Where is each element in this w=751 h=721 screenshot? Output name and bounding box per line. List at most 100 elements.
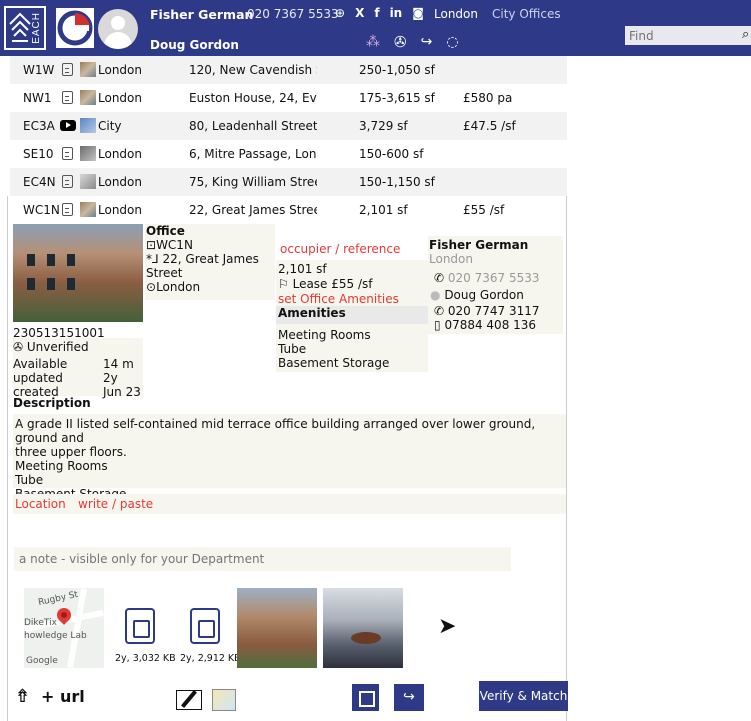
row-address: 80, Leadenhall Street [189,119,317,133]
category-tab[interactable]: City Offices [492,7,561,21]
add-url-button[interactable]: + url [41,687,85,706]
property-photo[interactable] [13,224,143,322]
agent-city: London [429,252,473,266]
row-city: London [98,91,142,105]
terms-box: 2,101 sf ⚐ Lease £55 /sf set Office Amen… [276,260,428,372]
postcode: ⊡WC1N [146,238,193,252]
row-city: London [98,63,142,77]
search-icon[interactable]: ⌕ [742,27,749,42]
upload-icon[interactable]: ⇮ [15,686,30,707]
x-icon[interactable]: X [355,6,364,20]
row-size: 150-600 sf [359,147,424,161]
toolbar-icons: ⁂ ✇ ↪ ◌ [366,33,459,51]
interior-photo[interactable] [323,588,403,668]
table-row[interactable]: EC3A City 80, Leadenhall Street 3,729 sf… [10,112,567,140]
table-row[interactable]: EC4N London 75, King William Stree 150-1… [10,168,567,196]
amenities-title: Amenities [276,306,428,324]
logo-text: EACH [31,12,42,44]
updated-row: updated 2y [13,371,118,385]
table-row[interactable]: NW1 London Euston House, 24, Ever 175-3,… [10,84,567,112]
wheel-icon[interactable]: ✇ [394,33,407,51]
facebook-icon[interactable]: f [374,6,379,20]
description-text: three upper floors. [15,445,127,459]
status-badge[interactable]: ✇ Unverified [13,340,89,354]
file-caption: 2y, 3,032 KB [115,653,176,664]
globe-icon[interactable]: ⊕ [335,6,345,20]
flag-icon: ⚐ [278,277,289,291]
document-icon[interactable] [62,175,73,188]
occupier-link[interactable]: occupier / reference [280,242,400,256]
thumbnail[interactable] [80,118,96,133]
linkedin-icon[interactable]: in [390,6,403,20]
map-thumbnail[interactable]: Rugby St DikeTix howledge Lab Google [24,588,104,668]
description-amenity: Meeting Rooms [15,459,108,473]
row-postcode: EC3A [23,119,55,133]
agent-phone[interactable]: ✆ 020 7747 3117 [434,304,540,318]
pdf-file-icon[interactable] [190,608,220,644]
map-place-label: DikeTix [24,618,57,628]
row-city: City [98,119,122,133]
agent-firm-phone[interactable]: ✆ 020 7367 5533 [434,271,540,285]
listing-detail: 230513151001 ✇ Unverified Available 14 m … [7,196,568,721]
agent-mobile[interactable]: ▯ 07884 408 136 [434,318,536,332]
share-arrow-icon[interactable]: ↪ [421,34,433,50]
row-postcode: W1W [23,63,55,77]
table-row[interactable]: W1W London 120, New Cavendish Str 250-1,… [10,56,567,84]
firm-logo[interactable] [56,8,94,48]
team-icon[interactable]: ⁂ [366,34,380,50]
pdf-file-icon[interactable] [125,608,155,644]
square-button[interactable] [352,684,379,711]
agent-name[interactable]: ● Doug Gordon [430,288,524,302]
description-title: Description [13,396,91,410]
next-arrow-icon[interactable]: ➤ [438,614,456,639]
target-icon: ⊙ [146,280,157,294]
available-row: Available 14 m [13,357,134,371]
property-type: Office [146,224,185,238]
share-button[interactable]: ↪ [394,684,424,711]
chat-icon[interactable]: ◌ [446,34,458,50]
thumbnail[interactable] [80,90,96,105]
write-paste-link[interactable]: write / paste [78,497,153,511]
firm-phone[interactable]: 020 7367 5533 [247,7,339,21]
street: *⅃ 22, Great James [146,252,259,266]
each-logo[interactable]: EACH [4,6,46,50]
edit-icon[interactable] [176,690,202,710]
description-box[interactable]: A grade II listed self-contained mid ter… [13,414,566,501]
amenity-item: Meeting Rooms [278,328,371,342]
location-link[interactable]: Location [15,497,66,511]
verify-match-button[interactable]: Verify & Match [479,681,568,711]
row-size: 150-1,150 sf [359,175,435,189]
video-icon[interactable] [60,120,76,131]
location-row: Location write / paste [13,494,566,514]
department-note-input[interactable] [14,547,511,571]
property-photo[interactable] [237,588,317,668]
row-postcode: NW1 [23,91,52,105]
color-swatch[interactable] [212,689,236,711]
thumbnail[interactable] [80,146,96,161]
file-caption: 2y, 2,912 KB [180,653,241,664]
user-name[interactable]: Doug Gordon [150,38,239,52]
agent-firm[interactable]: Fisher German [429,238,528,252]
document-icon[interactable] [62,63,73,76]
firm-name[interactable]: Fisher German [150,7,253,22]
row-address: 75, King William Stree [189,175,317,189]
document-icon[interactable] [62,91,73,104]
thumbnail[interactable] [80,62,96,77]
phone-icon: ✆ [434,271,445,285]
lease-value: ⚐ Lease £55 /sf [278,277,373,291]
location-tab[interactable]: London [434,7,478,21]
row-postcode: EC4N [23,175,56,189]
row-city: London [98,175,142,189]
user-avatar[interactable] [98,9,138,49]
thumbnail[interactable] [80,174,96,189]
document-icon[interactable] [62,147,73,160]
row-address: 6, Mitre Passage, Lond [189,147,317,161]
find-input[interactable] [625,26,751,45]
set-amenities-link[interactable]: set Office Amenities [278,292,399,306]
instagram-icon[interactable]: ◙ [412,6,424,20]
row-size: 3,729 sf [359,119,408,133]
google-logo: Google [26,656,58,666]
table-row[interactable]: SE10 London 6, Mitre Passage, Lond 150-6… [10,140,567,168]
mobile-icon: ▯ [434,318,441,332]
house-icon [9,12,31,42]
